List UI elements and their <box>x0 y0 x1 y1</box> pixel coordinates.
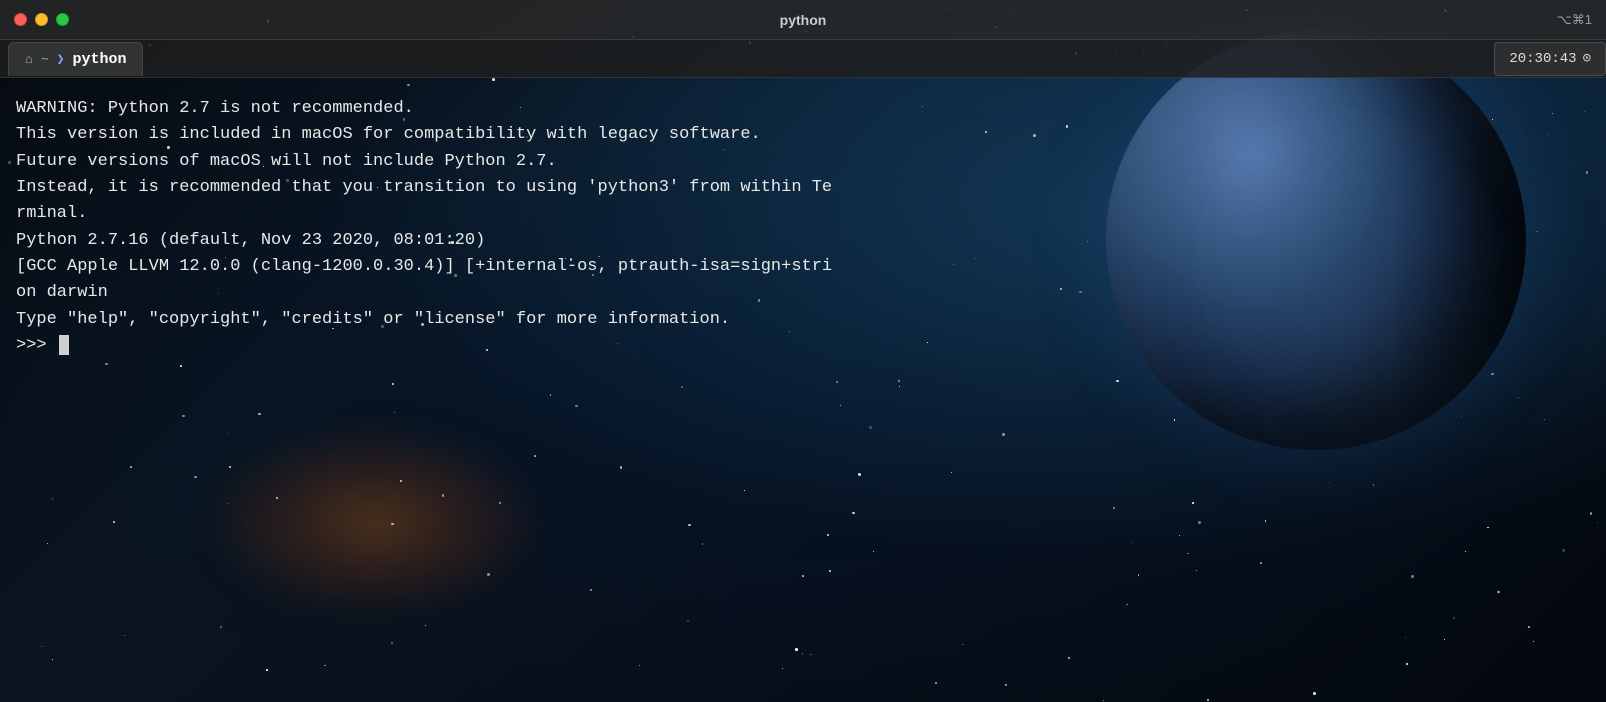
active-tab[interactable]: ⌂ ~ ❯ python <box>8 42 143 76</box>
traffic-lights <box>14 13 69 26</box>
prompt: >>> <box>16 336 57 355</box>
prompt-line: >>> <box>16 333 1590 359</box>
time-display: 20:30:43 ⊙ <box>1494 42 1606 76</box>
minimize-button[interactable] <box>35 13 48 26</box>
tab-label: python <box>72 51 126 68</box>
python-version-line: Python 2.7.16 (default, Nov 23 2020, 08:… <box>16 231 485 250</box>
gcc-line2: on darwin <box>16 283 108 302</box>
time-value: 20:30:43 <box>1509 51 1576 67</box>
cursor <box>59 335 69 355</box>
warning-line2: This version is included in macOS for co… <box>16 125 761 144</box>
maximize-button[interactable] <box>56 13 69 26</box>
titlebar: python ⌥⌘1 <box>0 0 1606 40</box>
gcc-line1: [GCC Apple LLVM 12.0.0 (clang-1200.0.30.… <box>16 257 832 276</box>
window-title: python <box>780 12 827 28</box>
warning-line4: Instead, it is recommended that you tran… <box>16 178 832 197</box>
help-line: Type "help", "copyright", "credits" or "… <box>16 310 730 329</box>
warning-line5: rminal. <box>16 204 87 223</box>
tabbar: ⌂ ~ ❯ python 20:30:43 ⊙ <box>0 40 1606 78</box>
warning-line1: WARNING: Python 2.7 is not recommended. <box>16 99 414 118</box>
window-shortcut: ⌥⌘1 <box>1557 12 1592 28</box>
tab-arrow: ❯ <box>57 52 65 67</box>
clock-icon: ⊙ <box>1583 50 1591 67</box>
nebula-decoration <box>200 422 550 622</box>
terminal-output[interactable]: WARNING: Python 2.7 is not recommended. T… <box>0 78 1606 377</box>
warning-line3: Future versions of macOS will not includ… <box>16 152 557 171</box>
close-button[interactable] <box>14 13 27 26</box>
tab-tilde: ~ <box>41 52 49 67</box>
home-icon: ⌂ <box>25 52 33 67</box>
